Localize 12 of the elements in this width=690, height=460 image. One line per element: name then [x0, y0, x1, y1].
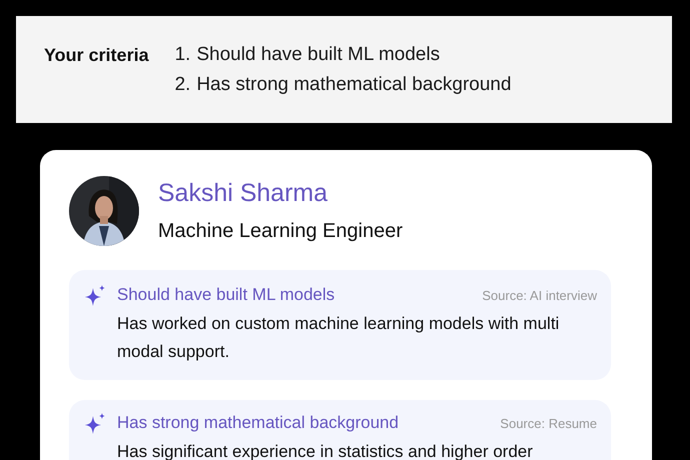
list-number: 2. [174, 74, 191, 96]
criterion-heading: Has strong mathematical background [117, 412, 399, 434]
job-title: Machine Learning Engineer [158, 219, 403, 244]
criterion-text: Has strong mathematical background [196, 74, 512, 96]
criterion-heading: Should have built ML models [117, 284, 335, 306]
list-number: 1. [174, 44, 191, 66]
source-label: Source: AI interview [482, 288, 597, 303]
source-label: Source: Resume [500, 416, 597, 431]
evidence-text: Has worked on custom machine learning models with multi modal support. [117, 313, 560, 363]
criterion-text: Should have built ML models [196, 44, 440, 66]
criteria-label: Your criteria [44, 44, 149, 67]
candidate-name: Sakshi Sharma [158, 178, 329, 208]
